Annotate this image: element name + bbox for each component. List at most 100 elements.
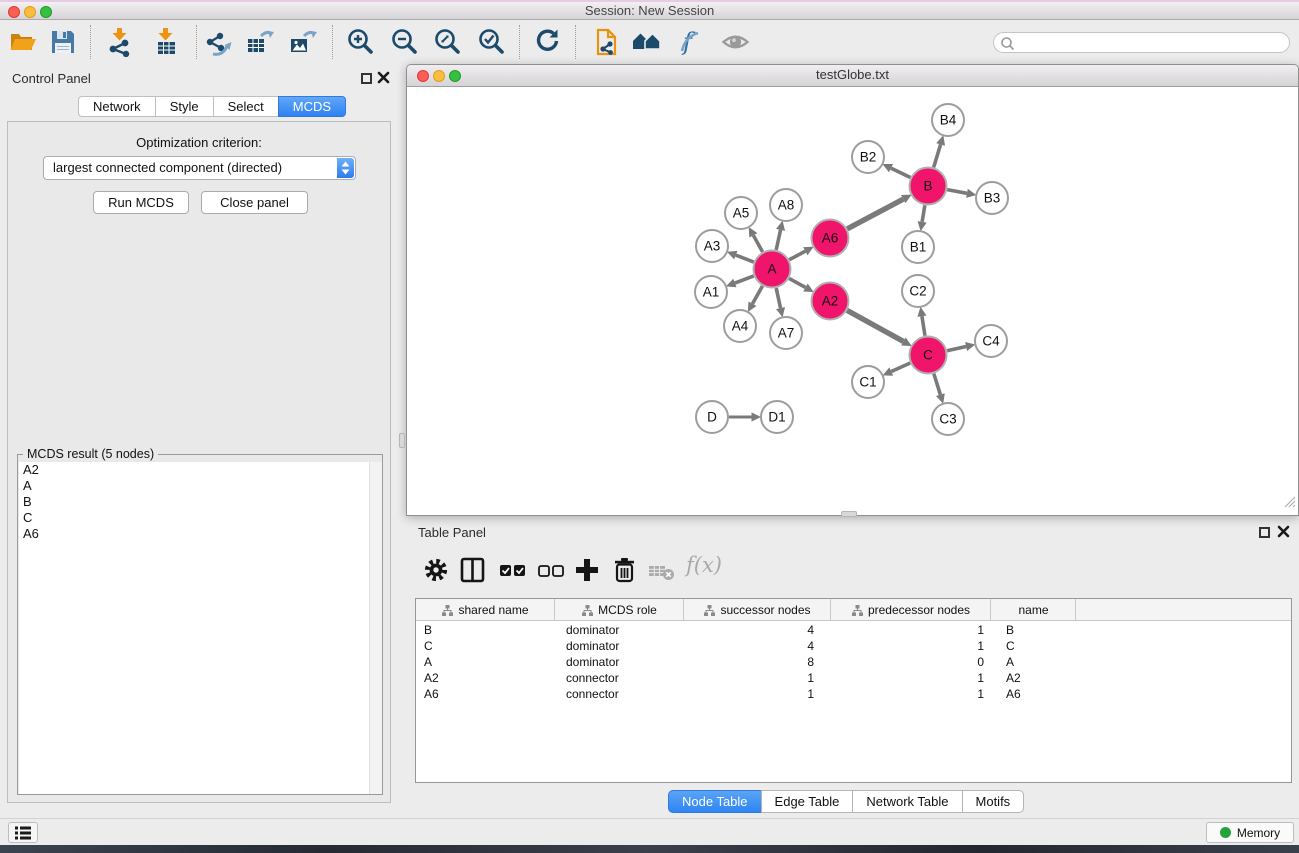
mcds-result-item[interactable]: A6 xyxy=(19,526,382,542)
column-type-icon xyxy=(442,605,453,616)
maximize-window-button[interactable] xyxy=(40,6,52,18)
graph-edge-C-C4[interactable] xyxy=(947,347,966,351)
export-image-icon[interactable] xyxy=(288,27,318,57)
table-settings-gear-icon[interactable] xyxy=(423,556,451,584)
table-row[interactable]: A6connector11A6 xyxy=(416,686,1291,702)
graph-edge-A-A8[interactable] xyxy=(776,230,780,250)
save-session-icon[interactable] xyxy=(48,27,78,57)
function-builder-button[interactable]: f(x) xyxy=(686,553,722,577)
mcds-result-group: MCDS result (5 nodes) A2ABCA6 xyxy=(17,454,383,795)
graph-edge-B-B3[interactable] xyxy=(947,190,967,194)
show-graphics-eye-icon[interactable] xyxy=(721,27,751,57)
table-row[interactable]: Adominator80A xyxy=(416,654,1291,670)
column-header-name[interactable]: name xyxy=(991,599,1076,621)
graph-edge-C-C3[interactable] xyxy=(934,374,941,395)
graph-edge-B-B4[interactable] xyxy=(934,144,941,167)
run-mcds-button[interactable]: Run MCDS xyxy=(93,191,189,214)
export-network-icon[interactable] xyxy=(203,27,233,57)
add-column-icon[interactable] xyxy=(573,556,601,584)
table-row[interactable]: A2connector11A2 xyxy=(416,670,1291,686)
graph-edge-A-A5[interactable] xyxy=(753,235,762,252)
zoom-selected-icon[interactable] xyxy=(477,27,507,57)
close-window-button[interactable] xyxy=(8,6,20,18)
tab-edge-table[interactable]: Edge Table xyxy=(761,790,853,813)
minimize-network-button[interactable] xyxy=(433,70,445,82)
tab-network[interactable]: Network xyxy=(78,96,155,117)
graph-node-label: D xyxy=(707,410,717,425)
memory-status-icon xyxy=(1220,827,1231,838)
refresh-icon[interactable] xyxy=(533,27,563,57)
tab-motifs[interactable]: Motifs xyxy=(962,790,1025,813)
select-all-icon[interactable] xyxy=(499,556,527,584)
dropdown-stepper-icon xyxy=(337,158,354,178)
scrollbar-track[interactable] xyxy=(369,462,382,794)
graph-node-label: B1 xyxy=(910,240,927,255)
home-icon[interactable] xyxy=(632,27,662,57)
column-header-successor-nodes[interactable]: successor nodes xyxy=(684,599,831,621)
tab-style[interactable]: Style xyxy=(155,96,213,117)
task-history-button[interactable] xyxy=(8,822,38,843)
tab-network-table[interactable]: Network Table xyxy=(852,790,961,813)
table-cell: C xyxy=(1006,638,1015,654)
memory-button[interactable]: Memory xyxy=(1206,822,1294,843)
column-header-shared-name[interactable]: shared name xyxy=(416,599,555,621)
hide-fn-icon[interactable]: f xyxy=(675,27,705,57)
float-table-panel-icon[interactable] xyxy=(1259,527,1270,538)
search-input[interactable] xyxy=(993,32,1290,53)
toolbar-separator xyxy=(575,25,576,59)
import-table-icon[interactable] xyxy=(151,27,181,57)
graph-edge-A6-B[interactable] xyxy=(847,199,903,229)
column-header-predecessor-nodes[interactable]: predecessor nodes xyxy=(831,599,991,621)
network-window-titlebar[interactable]: testGlobe.txt xyxy=(407,65,1298,87)
network-graph-canvas[interactable]: B4B2BB3A8A5A6A3B1AC2A1A2A4A7C4CC1C3DD1 xyxy=(408,87,1299,510)
criterion-dropdown[interactable]: largest connected component (directed) xyxy=(43,156,356,180)
graph-edge-A-A4[interactable] xyxy=(752,286,762,304)
close-panel-icon[interactable] xyxy=(377,71,390,89)
minimize-window-button[interactable] xyxy=(24,6,36,18)
delete-table-icon[interactable] xyxy=(647,556,675,584)
graph-edge-C-C2[interactable] xyxy=(922,316,925,336)
window-resize-grip[interactable] xyxy=(1282,494,1296,513)
float-panel-icon[interactable] xyxy=(361,73,372,84)
mcds-result-item[interactable]: C xyxy=(19,510,382,526)
graph-edge-A-A1[interactable] xyxy=(735,276,754,283)
graph-edge-A-A6[interactable] xyxy=(789,251,805,260)
table-row[interactable]: Cdominator41C xyxy=(416,638,1291,654)
column-layout-icon[interactable] xyxy=(459,556,487,584)
tab-select[interactable]: Select xyxy=(213,96,278,117)
graph-edge-B-B1[interactable] xyxy=(922,205,925,222)
graph-edge-A-A7[interactable] xyxy=(776,288,780,308)
zoom-in-icon[interactable] xyxy=(346,27,376,57)
mcds-result-list[interactable]: A2ABCA6 xyxy=(19,462,382,794)
column-header-mcds-role[interactable]: MCDS role xyxy=(555,599,684,621)
graph-edge-C-C1[interactable] xyxy=(891,363,910,372)
graph-node-label: C1 xyxy=(859,375,876,390)
graph-node-label: C4 xyxy=(982,334,1000,349)
graph-edge-A2-C[interactable] xyxy=(847,310,903,341)
graph-edge-B-B2[interactable] xyxy=(891,168,910,177)
mcds-result-item[interactable]: B xyxy=(19,494,382,510)
vertical-splitter-handle[interactable] xyxy=(399,433,405,448)
table-row[interactable]: Bdominator41B xyxy=(416,622,1291,638)
close-network-button[interactable] xyxy=(417,70,429,82)
toolbar-separator xyxy=(196,25,197,59)
mcds-result-item[interactable]: A xyxy=(19,478,382,494)
network-from-file-icon[interactable] xyxy=(592,27,622,57)
close-panel-button[interactable]: Close panel xyxy=(201,191,308,214)
node-table[interactable]: shared name MCDS role successor nodes pr… xyxy=(415,598,1292,783)
graph-edge-A-A3[interactable] xyxy=(736,255,754,262)
graph-edge-A-A2[interactable] xyxy=(789,278,805,287)
export-table-icon[interactable] xyxy=(245,27,275,57)
zoom-fit-icon[interactable] xyxy=(433,27,463,57)
delete-column-trash-icon[interactable] xyxy=(611,556,639,584)
tab-mcds[interactable]: MCDS xyxy=(278,96,346,117)
close-table-panel-icon[interactable] xyxy=(1277,525,1290,543)
deselect-all-icon[interactable] xyxy=(537,556,565,584)
graph-node-label: A7 xyxy=(778,326,795,341)
import-network-icon[interactable] xyxy=(105,27,135,57)
tab-node-table[interactable]: Node Table xyxy=(668,790,761,813)
zoom-out-icon[interactable] xyxy=(390,27,420,57)
mcds-result-item[interactable]: A2 xyxy=(19,462,382,478)
maximize-network-button[interactable] xyxy=(449,70,461,82)
open-session-icon[interactable] xyxy=(8,27,38,57)
